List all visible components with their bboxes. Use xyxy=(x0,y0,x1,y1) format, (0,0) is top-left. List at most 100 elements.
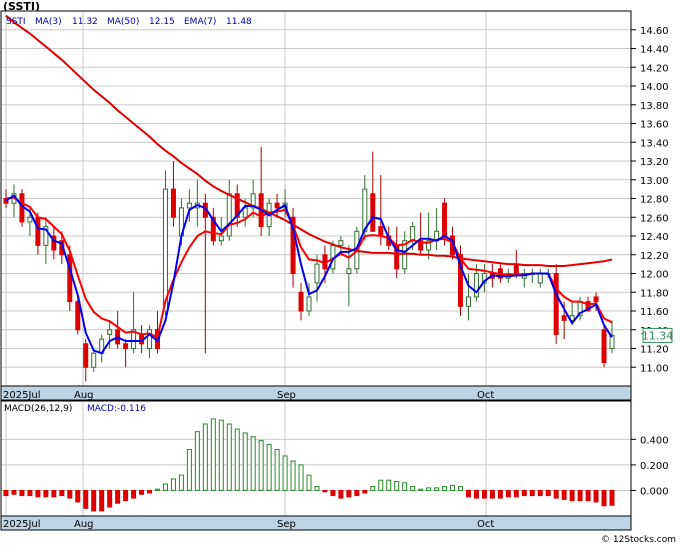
macd-bar-negative xyxy=(83,489,89,509)
macd-bar-negative xyxy=(330,489,336,497)
macd-bar-negative xyxy=(497,489,503,499)
price-grid xyxy=(1,11,631,386)
candle-down xyxy=(561,315,567,321)
macd-bar-positive xyxy=(450,484,456,491)
macd-bar-positive xyxy=(162,483,168,491)
macd-bar-positive xyxy=(298,464,304,491)
candle-down xyxy=(553,273,559,335)
macd-bar-positive xyxy=(402,482,408,491)
x-label-aug: Aug xyxy=(74,390,94,401)
macd-bar-positive xyxy=(418,488,424,491)
price-y-tick-label: 11.80 xyxy=(640,288,669,299)
macd-bar-positive xyxy=(178,474,184,491)
candle-down xyxy=(601,329,607,364)
candle-up xyxy=(27,216,33,223)
macd-bar-positive xyxy=(290,460,296,491)
candle-down xyxy=(370,193,376,232)
macd-bar-positive xyxy=(394,481,400,491)
macd-bar-positive xyxy=(258,440,264,491)
price-y-tick-label: 11.60 xyxy=(640,307,669,318)
candle-down xyxy=(513,263,519,274)
candle-down xyxy=(274,202,280,209)
macd-x-label-oct: Oct xyxy=(477,519,494,530)
candle-down xyxy=(123,343,129,349)
price-y-tick-label: 13.80 xyxy=(640,101,669,112)
candle-up xyxy=(314,263,320,284)
macd-bar-negative xyxy=(27,489,33,497)
candle-up xyxy=(609,334,615,349)
macd-bar-negative xyxy=(91,489,97,512)
macd-bar-negative xyxy=(529,489,535,497)
candle-up xyxy=(107,329,113,335)
candle-up xyxy=(242,207,248,218)
macd-bar-positive xyxy=(442,486,448,491)
macd-bar-negative xyxy=(67,489,73,499)
macd-legend-label: MACD(26,12,9) xyxy=(4,404,72,414)
macd-bar-positive xyxy=(155,488,160,491)
macd-y-tick-label: 0.000 xyxy=(640,486,669,497)
macd-bar-negative xyxy=(346,489,352,498)
macd-bar-negative xyxy=(561,489,567,500)
macd-bar-positive xyxy=(434,487,440,491)
candle-up xyxy=(306,296,312,312)
candle-up xyxy=(226,193,232,237)
macd-bar-negative xyxy=(59,489,65,497)
candle-up xyxy=(91,352,97,368)
macd-bar-positive xyxy=(378,479,384,491)
macd-bar-negative xyxy=(489,489,495,499)
macd-bar-negative xyxy=(609,489,615,506)
macd-bar-positive xyxy=(242,432,248,491)
candle-down xyxy=(170,188,176,218)
macd-bar-negative xyxy=(354,489,360,497)
price-y-tick-label: 11.00 xyxy=(640,363,669,374)
legend-ma50-value: 12.15 xyxy=(149,17,175,27)
candle-up xyxy=(346,268,352,274)
chart-title: (SSTI) xyxy=(3,0,40,13)
legend-ema7-value: 11.48 xyxy=(226,17,252,27)
macd-bar-positive xyxy=(170,478,176,491)
macd-bar-negative xyxy=(19,489,25,497)
macd-bar-negative xyxy=(338,489,344,499)
macd-bar-positive xyxy=(218,419,224,491)
macd-bar-positive xyxy=(386,479,392,491)
legend-ema7-label: EMA(7) xyxy=(184,17,216,27)
macd-bar-negative xyxy=(593,489,599,503)
macd-bar-negative xyxy=(537,489,543,497)
macd-bar-negative xyxy=(569,489,575,502)
candle-down xyxy=(298,291,304,312)
macd-bar-negative xyxy=(481,489,487,499)
macd-bar-negative xyxy=(513,489,519,498)
watermark: © 12Stocks.com xyxy=(601,535,676,545)
last-price-tag: 11.34 xyxy=(642,329,674,342)
price-y-tick-label: 14.00 xyxy=(640,82,669,93)
price-y-tick-label: 11.20 xyxy=(640,345,669,356)
price-legend: SSTI MA(3) 11.32 MA(50) 12.15 EMA(7) 11.… xyxy=(6,17,252,27)
macd-bar-positive xyxy=(426,487,432,491)
macd-bar-negative xyxy=(545,489,551,497)
macd-bar-positive xyxy=(458,486,463,491)
price-y-tick-label: 13.40 xyxy=(640,138,669,149)
macd-bar-negative xyxy=(473,489,479,499)
price-y-tick-label: 12.60 xyxy=(640,213,669,224)
candle-down xyxy=(378,226,384,237)
price-y-tick-label: 12.80 xyxy=(640,195,669,206)
macd-y-tick-label: 0.400 xyxy=(640,435,669,446)
price-y-tick-label: 13.20 xyxy=(640,157,669,168)
price-x-axis-band xyxy=(0,385,632,401)
candle-down xyxy=(593,296,599,303)
candle-up xyxy=(186,202,192,209)
macd-bar-negative xyxy=(75,489,81,503)
price-y-tick-label: 12.00 xyxy=(640,270,669,281)
macd-bar-positive xyxy=(266,443,272,491)
macd-bar-negative xyxy=(11,489,17,495)
candle-up xyxy=(218,235,224,242)
macd-bar-positive xyxy=(226,423,232,491)
legend-ma50-label: MA(50) xyxy=(107,17,139,27)
macd-bar-negative xyxy=(35,489,41,498)
macd-bar-negative xyxy=(601,489,607,507)
macd-bar-negative xyxy=(147,489,153,494)
macd-bar-negative xyxy=(553,489,559,499)
macd-bar-positive xyxy=(194,431,200,491)
macd-bar-positive xyxy=(274,449,280,491)
macd-bar-negative xyxy=(131,489,137,499)
